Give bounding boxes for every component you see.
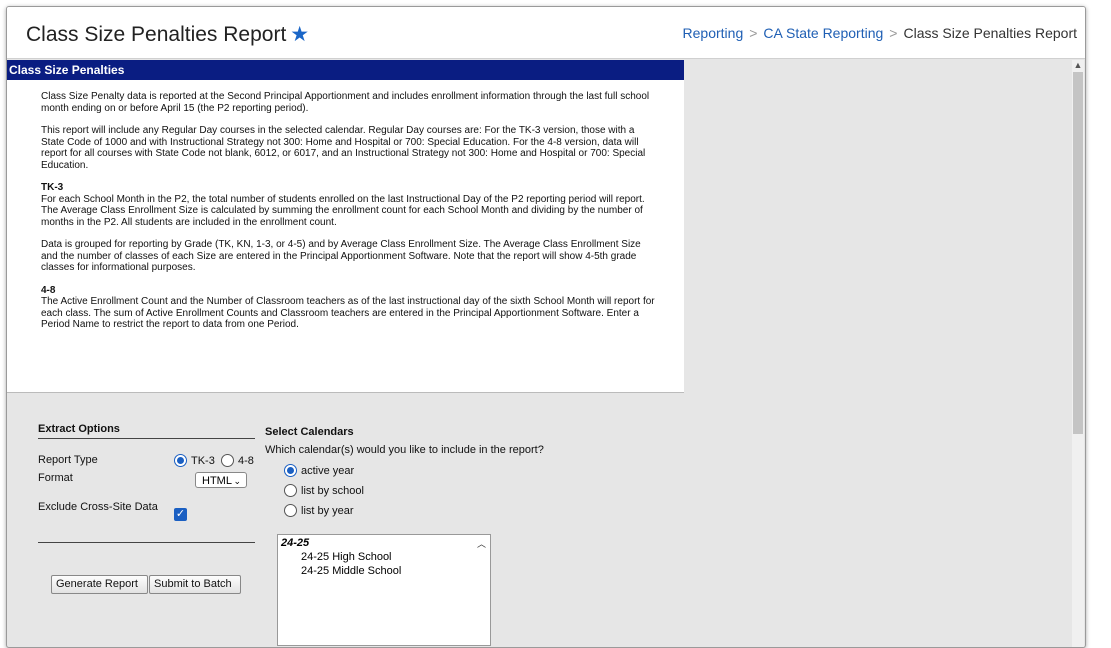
panel-title: Class Size Penalties bbox=[7, 60, 684, 80]
page-header: Class Size Penalties Report ★ Reporting > C… bbox=[7, 7, 1085, 59]
calendar-group-label: 24-25 bbox=[281, 537, 310, 549]
radio-icon[interactable] bbox=[284, 484, 297, 497]
grade-4-8-heading: 4-8 bbox=[41, 284, 56, 296]
report-description: Class Size Penalty data is reported at t… bbox=[7, 80, 684, 393]
report-type-tk3[interactable]: TK-3 bbox=[174, 454, 215, 467]
format-value: HTML bbox=[202, 475, 232, 487]
calendar-option-list-by-school[interactable]: list by school bbox=[284, 484, 364, 497]
report-type-4-8[interactable]: 4-8 bbox=[221, 454, 254, 467]
format-label: Format bbox=[38, 472, 73, 484]
description-paragraph: Class Size Penalty data is reported at t… bbox=[41, 91, 650, 114]
chevron-right-icon: > bbox=[749, 25, 758, 41]
calendar-option-list-by-year[interactable]: list by year bbox=[284, 504, 354, 517]
tk3-heading: TK-3 bbox=[41, 182, 64, 193]
scroll-up-icon[interactable]: ︿ bbox=[477, 537, 486, 550]
radio-selected-icon[interactable] bbox=[284, 464, 297, 477]
vertical-scrollbar[interactable]: ▲ bbox=[1072, 60, 1084, 647]
calendar-question: Which calendar(s) would you like to incl… bbox=[265, 444, 544, 456]
page-title-text: Class Size Penalties Report bbox=[26, 23, 287, 46]
scrollbar-thumb[interactable] bbox=[1073, 72, 1083, 434]
description-paragraph: Data is grouped for reporting by Grade (… bbox=[41, 239, 641, 273]
breadcrumb: Reporting > CA State Reporting > Class Size … bbox=[683, 25, 1077, 41]
generate-report-button[interactable]: Generate Report bbox=[51, 575, 148, 594]
select-calendars-title: Select Calendars bbox=[265, 426, 354, 438]
chevron-right-icon: > bbox=[889, 25, 898, 41]
calendar-listbox[interactable]: 24-25 24-25 High School 24-25 Middle Sch… bbox=[277, 534, 491, 646]
format-select[interactable]: HTML ⌄ bbox=[195, 472, 247, 488]
report-type-tk3-label: TK-3 bbox=[191, 454, 215, 467]
calendar-option-active-year[interactable]: active year bbox=[284, 464, 354, 477]
radio-selected-icon[interactable] bbox=[174, 454, 187, 467]
star-icon[interactable]: ★ bbox=[290, 23, 309, 46]
checkmark-icon: ✓ bbox=[175, 508, 186, 520]
divider bbox=[38, 542, 255, 543]
exclude-cross-site-label: Exclude Cross-Site Data bbox=[38, 501, 158, 513]
list-item[interactable]: 24-25 High School bbox=[301, 551, 490, 563]
description-paragraph: This report will include any Regular Day… bbox=[41, 125, 646, 171]
list-item[interactable]: 24-25 Middle School bbox=[301, 565, 490, 577]
calendar-option-label: list by school bbox=[301, 484, 364, 497]
description-paragraph: For each School Month in the P2, the tot… bbox=[41, 193, 645, 228]
breadcrumb-current: Class Size Penalties Report bbox=[903, 25, 1077, 41]
extract-options-title: Extract Options bbox=[38, 423, 120, 435]
chevron-down-icon: ⌄ bbox=[233, 476, 241, 486]
calendar-option-label: active year bbox=[301, 464, 355, 477]
exclude-cross-site-checkbox[interactable]: ✓ bbox=[174, 508, 187, 521]
radio-icon[interactable] bbox=[284, 504, 297, 517]
radio-icon[interactable] bbox=[221, 454, 234, 467]
report-window: Class Size Penalties Report ★ Reporting > C… bbox=[6, 6, 1086, 648]
breadcrumb-reporting[interactable]: Reporting bbox=[683, 25, 744, 41]
submit-to-batch-button[interactable]: Submit to Batch bbox=[149, 575, 241, 594]
calendar-option-label: list by year bbox=[301, 504, 354, 517]
scroll-up-icon[interactable]: ▲ bbox=[1072, 60, 1084, 70]
breadcrumb-ca-state-reporting[interactable]: CA State Reporting bbox=[763, 25, 883, 41]
description-paragraph: The Active Enrollment Count and the Numb… bbox=[41, 296, 655, 330]
report-type-4-8-label: 4-8 bbox=[238, 454, 254, 467]
report-type-label: Report Type bbox=[38, 454, 98, 466]
page-title: Class Size Penalties Report ★ bbox=[26, 22, 309, 47]
divider bbox=[38, 438, 255, 439]
